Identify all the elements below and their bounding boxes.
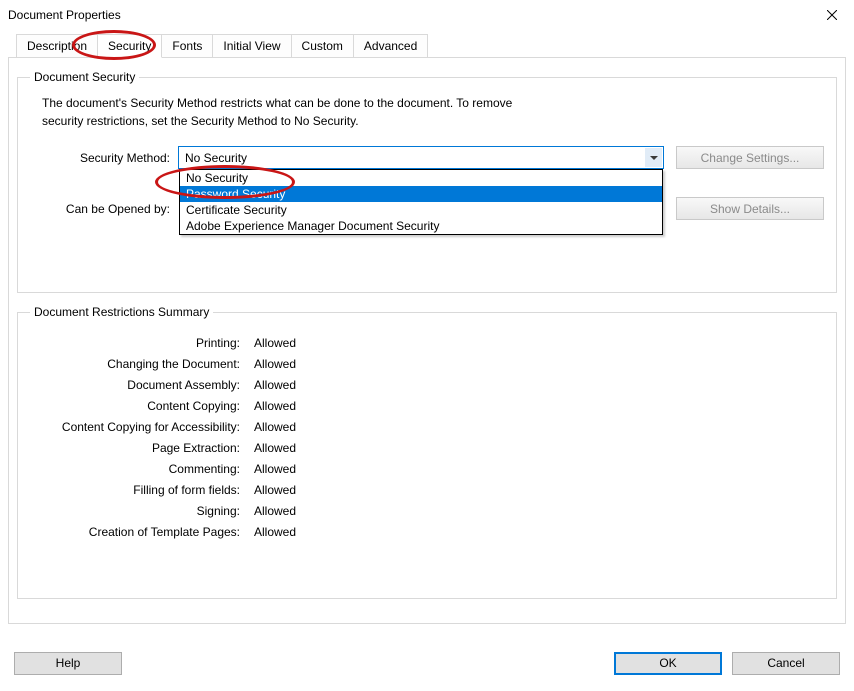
tab-custom[interactable]: Custom	[291, 34, 354, 58]
restriction-label: Signing:	[30, 504, 248, 518]
restriction-row: Commenting:Allowed	[30, 462, 824, 476]
close-icon	[827, 10, 837, 20]
restriction-row: Printing:Allowed	[30, 336, 824, 350]
help-button[interactable]: Help	[14, 652, 122, 675]
restriction-value: Allowed	[248, 420, 296, 434]
dialog-footer: Help OK Cancel	[0, 645, 854, 691]
restriction-value: Allowed	[248, 336, 296, 350]
restriction-value: Allowed	[248, 525, 296, 539]
restriction-label: Document Assembly:	[30, 378, 248, 392]
restriction-row: Content Copying for Accessibility:Allowe…	[30, 420, 824, 434]
restriction-label: Content Copying for Accessibility:	[30, 420, 248, 434]
restriction-value: Allowed	[248, 504, 296, 518]
show-details-button[interactable]: Show Details...	[676, 197, 824, 220]
restriction-value: Allowed	[248, 483, 296, 497]
chevron-down-icon	[650, 156, 658, 160]
restriction-label: Creation of Template Pages:	[30, 525, 248, 539]
restrictions-group: Document Restrictions Summary Printing:A…	[17, 305, 837, 599]
restriction-label: Printing:	[30, 336, 248, 350]
option-password-security[interactable]: Password Security	[180, 186, 662, 202]
tab-fonts[interactable]: Fonts	[161, 34, 213, 58]
restriction-value: Allowed	[248, 399, 296, 413]
restriction-value: Allowed	[248, 441, 296, 455]
window-title: Document Properties	[8, 8, 809, 22]
restriction-value: Allowed	[248, 378, 296, 392]
tab-security[interactable]: Security	[97, 34, 162, 58]
restriction-value: Allowed	[248, 462, 296, 476]
restriction-value: Allowed	[248, 357, 296, 371]
restriction-row: Changing the Document:Allowed	[30, 357, 824, 371]
can-be-opened-by-label: Can be Opened by:	[30, 202, 178, 216]
restriction-label: Filling of form fields:	[30, 483, 248, 497]
dropdown-arrow[interactable]	[645, 148, 662, 167]
restriction-row: Creation of Template Pages:Allowed	[30, 525, 824, 539]
tab-initial-view[interactable]: Initial View	[212, 34, 291, 58]
document-security-group: Document Security The document's Securit…	[17, 70, 837, 293]
tab-description[interactable]: Description	[16, 34, 98, 58]
option-certificate-security[interactable]: Certificate Security	[180, 202, 662, 218]
restriction-label: Page Extraction:	[30, 441, 248, 455]
panel-security: Document Security The document's Securit…	[8, 57, 846, 624]
close-button[interactable]	[809, 0, 854, 30]
title-bar: Document Properties	[0, 0, 854, 30]
security-method-value: No Security	[185, 151, 247, 165]
restriction-label: Commenting:	[30, 462, 248, 476]
security-method-label: Security Method:	[30, 151, 178, 165]
document-security-legend: Document Security	[30, 70, 139, 84]
restriction-row: Filling of form fields:Allowed	[30, 483, 824, 497]
tabs: Description Security Fonts Initial View …	[16, 34, 846, 58]
restrictions-legend: Document Restrictions Summary	[30, 305, 213, 319]
restriction-row: Signing:Allowed	[30, 504, 824, 518]
security-method-select[interactable]: No Security No Security Password Securit…	[178, 146, 664, 169]
cancel-button[interactable]: Cancel	[732, 652, 840, 675]
security-method-dropdown: No Security Password Security Certificat…	[179, 169, 663, 235]
option-aem-document-security[interactable]: Adobe Experience Manager Document Securi…	[180, 218, 662, 234]
restriction-row: Page Extraction:Allowed	[30, 441, 824, 455]
restriction-label: Content Copying:	[30, 399, 248, 413]
security-description: The document's Security Method restricts…	[42, 94, 824, 130]
restriction-row: Content Copying:Allowed	[30, 399, 824, 413]
option-no-security[interactable]: No Security	[180, 170, 662, 186]
tab-advanced[interactable]: Advanced	[353, 34, 428, 58]
change-settings-button[interactable]: Change Settings...	[676, 146, 824, 169]
restriction-label: Changing the Document:	[30, 357, 248, 371]
restriction-row: Document Assembly:Allowed	[30, 378, 824, 392]
ok-button[interactable]: OK	[614, 652, 722, 675]
